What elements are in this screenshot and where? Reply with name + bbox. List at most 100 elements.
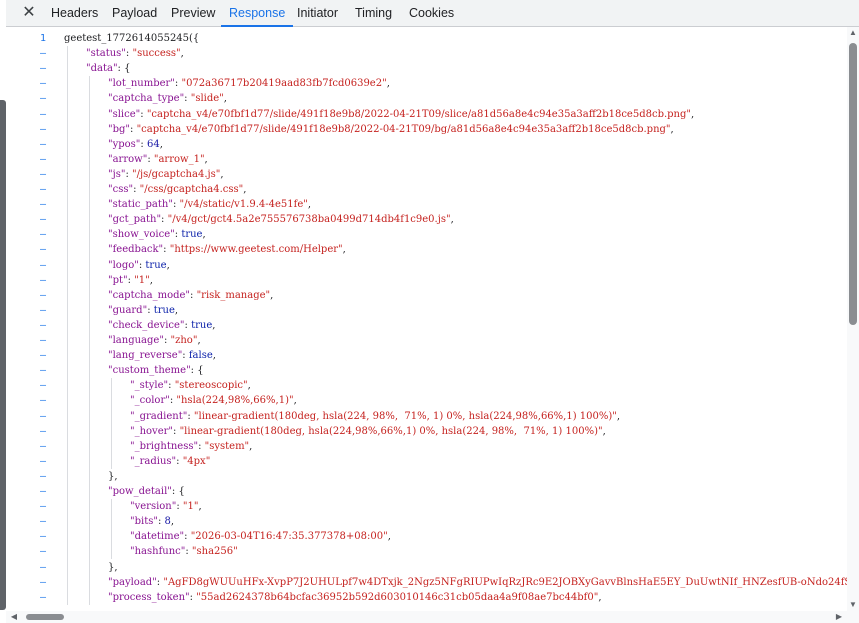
- code-token: "072a36717b20419aad83fb7fcd0639e2": [181, 78, 387, 90]
- code-token: "captcha_v4/e70fbf1d77/slide/491f18e9b8/…: [136, 123, 671, 135]
- collapsed-line-marker: –: [39, 410, 46, 422]
- collapsed-line-marker: –: [39, 380, 46, 392]
- code-token: "datetime": [130, 531, 185, 543]
- indent-guide: [111, 499, 112, 560]
- code-token: "_gradient": [130, 410, 188, 422]
- scroll-up-icon[interactable]: ▲: [847, 27, 859, 39]
- code-token: "linear-gradient(180deg, hsla(224,98%,66…: [179, 425, 603, 437]
- code-line: "pt": "1",: [108, 273, 153, 288]
- code-token: "slide": [190, 93, 224, 105]
- collapsed-line-marker: –: [39, 350, 46, 362]
- scroll-right-icon[interactable]: ▶: [833, 611, 845, 623]
- code-token: "_color": [130, 395, 170, 407]
- scroll-left-icon[interactable]: ◀: [8, 611, 20, 623]
- code-line: "captcha_type": "slide",: [108, 91, 227, 106]
- horizontal-scrollbar[interactable]: ◀ ▶: [6, 611, 859, 623]
- code-line: "data": {: [86, 61, 130, 76]
- collapsed-line-marker: –: [39, 78, 46, 90]
- code-token: geetest_1772614055245({: [64, 33, 200, 44]
- code-line: "pow_detail": {: [108, 484, 185, 499]
- code-token: "sha256": [191, 546, 238, 558]
- code-token: : {: [190, 365, 204, 377]
- collapsed-line-marker: –: [39, 335, 46, 346]
- horizontal-scrollbar-thumb[interactable]: [26, 614, 64, 620]
- code-token: "ypos": [108, 138, 141, 150]
- code-token: "css": [108, 184, 134, 195]
- tab-preview[interactable]: Preview: [171, 0, 215, 26]
- code-token: "custom_theme": [108, 365, 191, 377]
- code-token: "language": [108, 335, 164, 346]
- code-token: "show_voice": [108, 229, 175, 241]
- code-line: "js": "/js/gcaptcha4.js",: [108, 167, 224, 182]
- code-token: ,: [204, 153, 208, 165]
- tab-initiator[interactable]: Initiator: [297, 0, 338, 26]
- collapsed-line-marker: –: [39, 168, 46, 180]
- code-token: "stereoscopic": [174, 380, 248, 392]
- code-token: "lot_number": [108, 78, 175, 90]
- code-token: "success": [132, 48, 181, 60]
- code-token: "captcha_mode": [108, 289, 191, 301]
- code-token: ,: [212, 350, 216, 362]
- code-line: "payload": "AgFD8gWUUuHFx-XvpP7J2UHULpf7…: [108, 575, 847, 590]
- code-token: ,: [202, 229, 206, 241]
- tab-payload[interactable]: Payload: [112, 0, 157, 26]
- collapsed-line-marker: –: [39, 184, 46, 195]
- collapsed-line-marker: –: [39, 48, 46, 60]
- collapsed-line-marker: –: [39, 214, 46, 226]
- code-token: "system": [204, 440, 250, 452]
- scroll-down-icon[interactable]: ▼: [847, 599, 859, 611]
- code-line: "_color": "hsla(224,98%,66%,1)",: [130, 393, 297, 408]
- code-token: ,: [616, 410, 621, 422]
- collapsed-line-marker: –: [39, 425, 46, 437]
- code-line: "_style": "stereoscopic",: [130, 378, 251, 393]
- code-line: "bg": "captcha_v4/e70fbf1d77/slide/491f1…: [108, 122, 674, 137]
- code-token: },: [108, 561, 118, 573]
- response-code-viewer[interactable]: 1 geetest_1772614055245({– "status": "succ…: [6, 27, 847, 611]
- tab-timing[interactable]: Timing: [355, 0, 392, 26]
- code-token: 64: [146, 138, 160, 150]
- code-token: ,: [293, 395, 297, 407]
- code-token: "1": [134, 274, 150, 286]
- code-token: "slice": [108, 108, 141, 120]
- code-token: ,: [198, 501, 202, 513]
- code-line: "bits": 8,: [130, 514, 174, 529]
- collapsed-line-marker: –: [39, 229, 46, 241]
- code-line: "status": "success",: [86, 46, 184, 61]
- code-token: "captcha_v4/e70fbf1d77/slide/491f18e9b8/…: [146, 108, 691, 120]
- tab-headers[interactable]: Headers: [51, 0, 98, 26]
- collapsed-line-marker: –: [39, 455, 46, 467]
- code-line: "_gradient": "linear-gradient(180deg, hs…: [130, 409, 620, 424]
- collapsed-line-marker: –: [39, 531, 46, 543]
- code-token: "arrow_1": [153, 153, 205, 165]
- code-token: "arrow": [108, 153, 148, 165]
- code-line: "slice": "captcha_v4/e70fbf1d77/slide/49…: [108, 107, 694, 122]
- code-token: ,: [270, 289, 274, 301]
- code-token: "/js/gcaptcha4.js": [132, 168, 221, 180]
- code-token: "_hover": [130, 425, 174, 437]
- collapsed-line-marker: –: [39, 591, 46, 603]
- code-token: "_style": [130, 380, 169, 392]
- vertical-scrollbar[interactable]: ▲ ▼: [847, 27, 859, 611]
- collapsed-line-marker: –: [39, 546, 46, 558]
- collapsed-line-marker: –: [39, 576, 46, 588]
- collapsed-line-marker: –: [39, 365, 46, 377]
- indent-guide: [89, 76, 90, 605]
- code-token: "guard": [108, 304, 148, 316]
- code-token: "linear-gradient(180deg, hsla(224, 98%, …: [193, 410, 617, 422]
- code-token: ,: [342, 244, 346, 256]
- code-token: ,: [197, 335, 201, 346]
- code-token: ,: [180, 48, 184, 60]
- code-line: "hashfunc": "sha256": [130, 544, 238, 559]
- code-line: },: [108, 469, 118, 484]
- code-token: true: [191, 319, 213, 331]
- code-token: "/css/gcaptcha4.css": [139, 184, 244, 195]
- vertical-scrollbar-thumb[interactable]: [849, 43, 857, 325]
- collapsed-line-marker: –: [39, 63, 46, 75]
- code-line: "guard": true,: [108, 303, 178, 318]
- code-token: ,: [166, 259, 170, 271]
- tab-response[interactable]: Response: [220, 0, 294, 27]
- close-icon[interactable]: ✕: [20, 4, 38, 22]
- code-token: "version": [130, 501, 177, 513]
- code-line: "custom_theme": {: [108, 363, 204, 378]
- tab-cookies[interactable]: Cookies: [409, 0, 454, 26]
